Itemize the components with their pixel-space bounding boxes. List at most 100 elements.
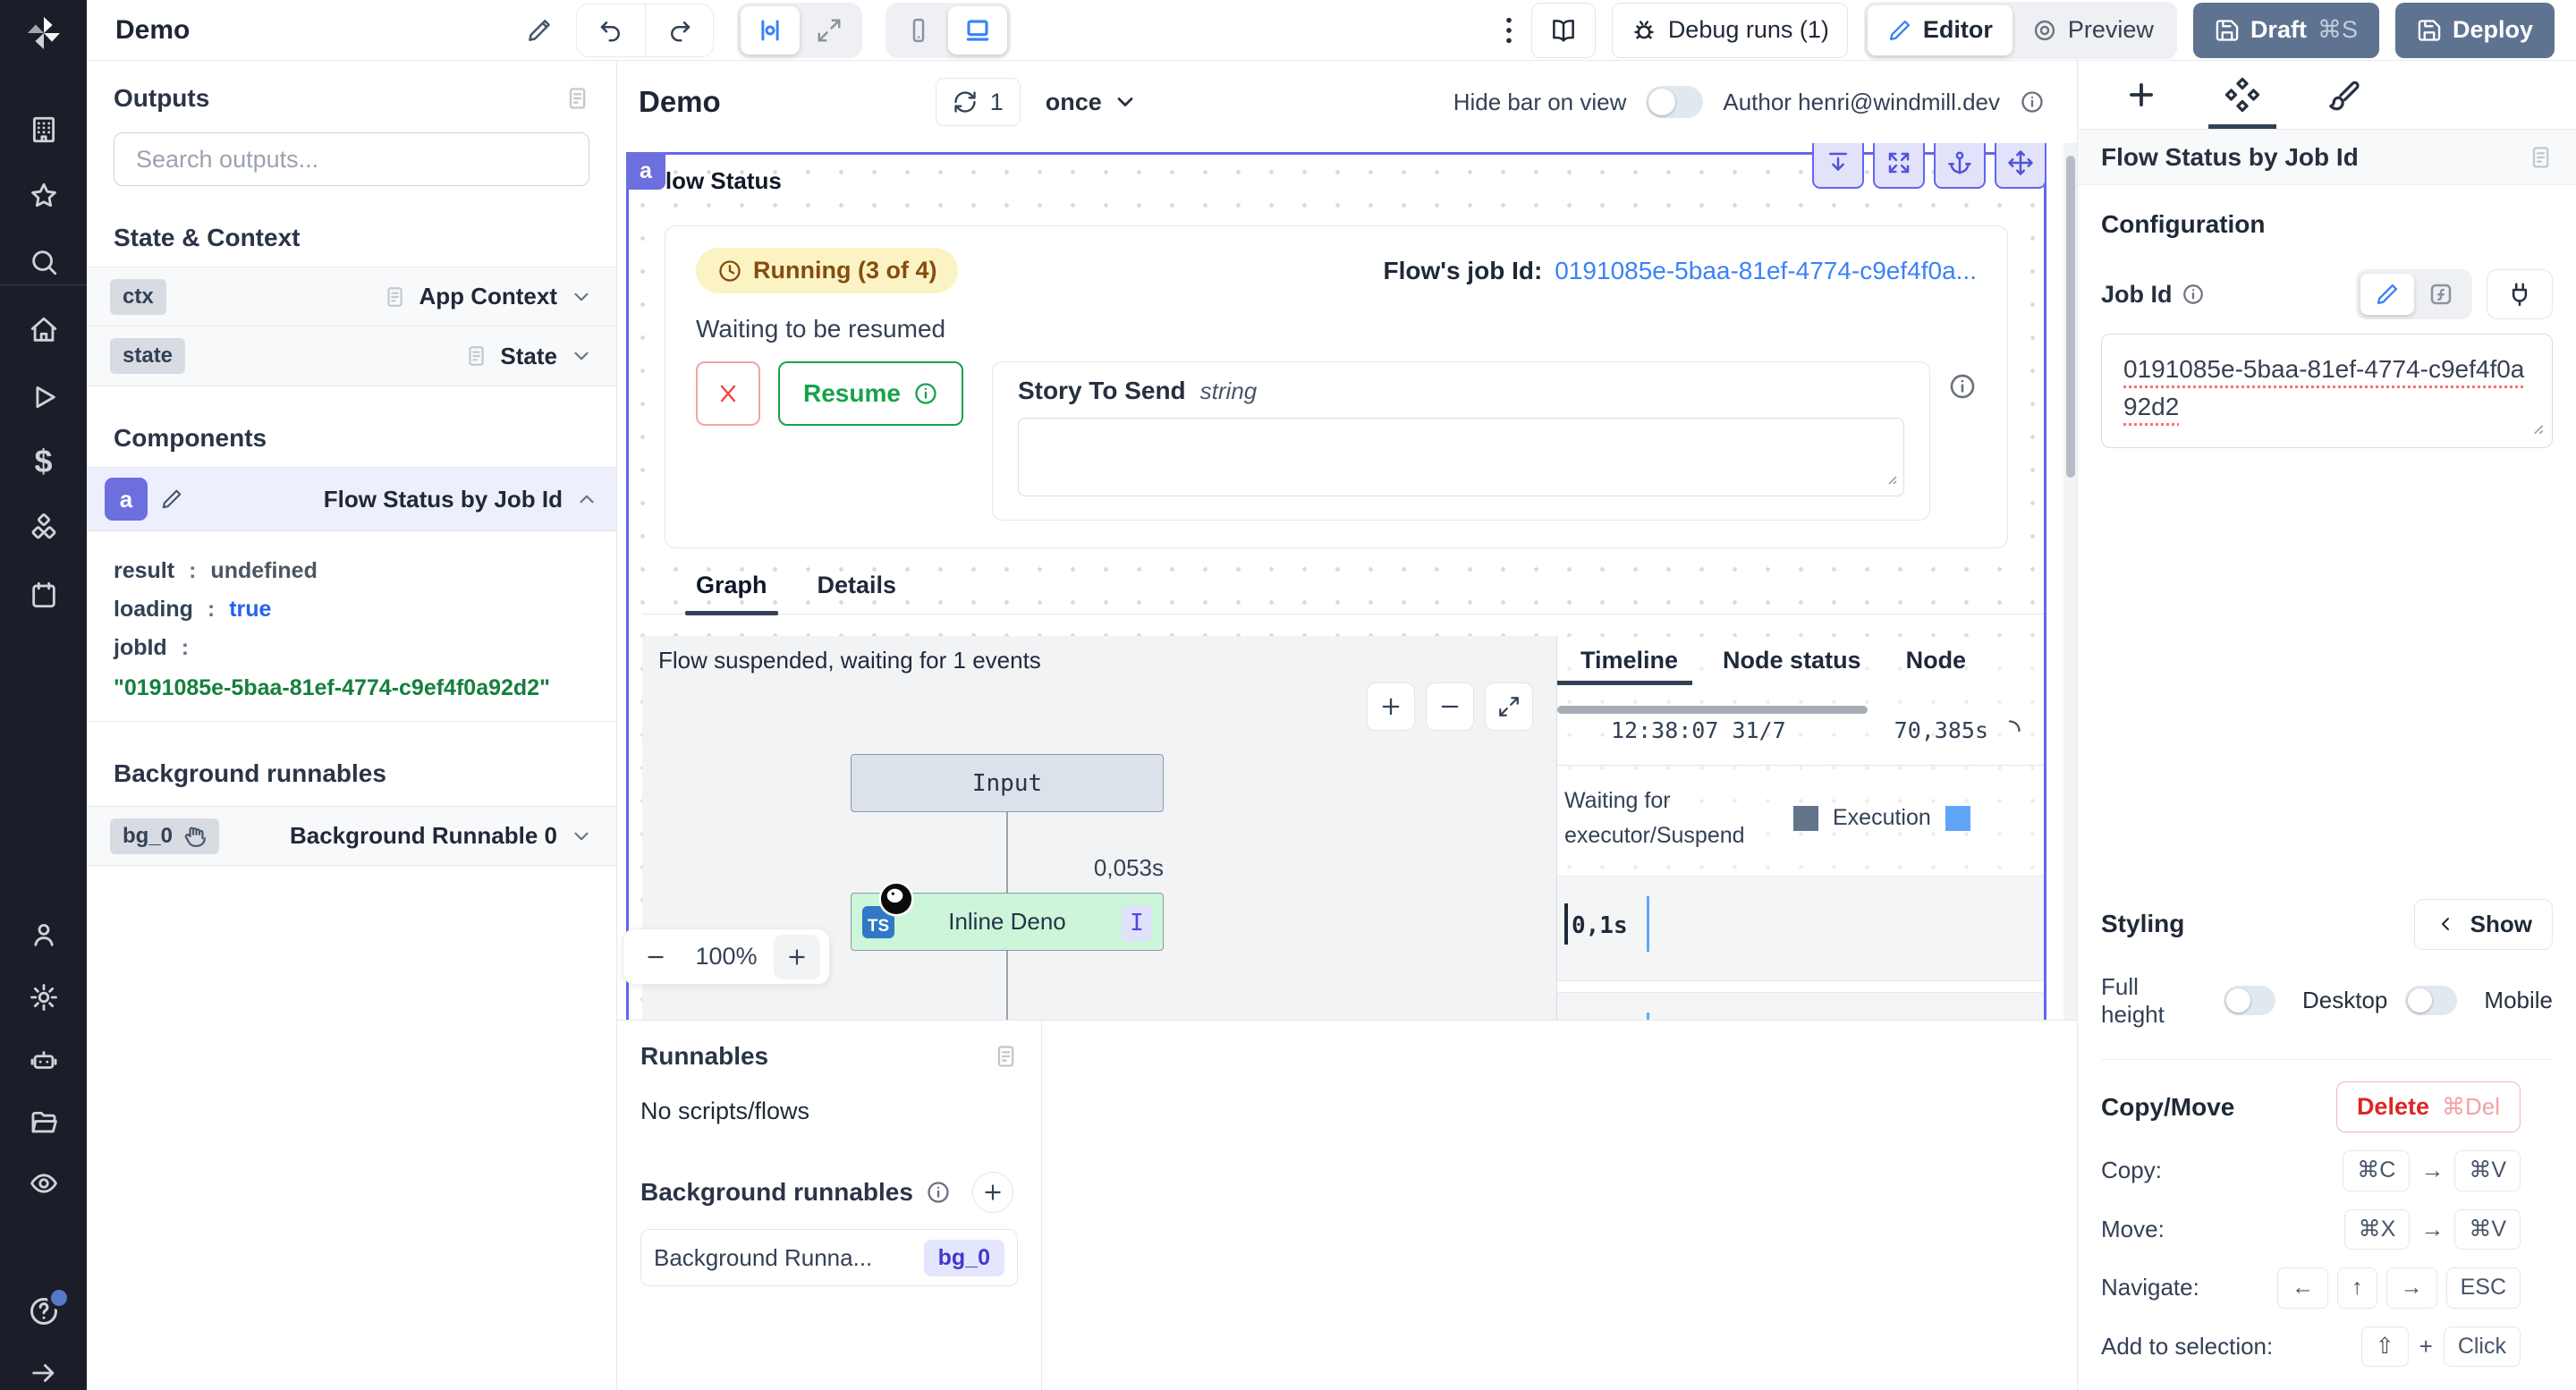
expand-full-button[interactable] bbox=[1873, 143, 1925, 189]
refresh-mode-dropdown[interactable]: once bbox=[1046, 89, 1138, 116]
search-outputs-input[interactable] bbox=[114, 132, 589, 186]
desktop-toggle[interactable] bbox=[2405, 986, 2457, 1015]
static-value-button[interactable] bbox=[2360, 274, 2414, 315]
chevron-down-icon[interactable] bbox=[570, 285, 593, 309]
edit-id-pencil-icon[interactable] bbox=[160, 487, 183, 511]
expression-fx-button[interactable] bbox=[2414, 274, 2468, 315]
form-info-icon[interactable] bbox=[1948, 372, 1977, 401]
full-height-toggle[interactable] bbox=[2224, 986, 2275, 1015]
zoom-in-button[interactable] bbox=[1367, 682, 1415, 731]
state-row[interactable]: state State bbox=[87, 326, 616, 386]
deploy-button[interactable]: Deploy bbox=[2395, 3, 2555, 58]
audit-eye-icon[interactable] bbox=[29, 1168, 59, 1199]
refresh-counter[interactable]: 1 bbox=[936, 78, 1021, 126]
draft-button[interactable]: Draft ⌘S bbox=[2193, 3, 2379, 58]
panel-doc-icon[interactable] bbox=[993, 1044, 1018, 1069]
graph-zoom-in-button[interactable] bbox=[774, 935, 820, 979]
search-icon[interactable] bbox=[29, 247, 59, 277]
rename-pencil-icon[interactable] bbox=[526, 17, 553, 44]
cancel-button[interactable] bbox=[696, 361, 760, 426]
chevron-down-icon[interactable] bbox=[570, 344, 593, 368]
anchor-button[interactable] bbox=[1934, 143, 1986, 189]
expand-down-button[interactable] bbox=[1812, 143, 1864, 189]
info-icon[interactable] bbox=[2182, 283, 2205, 306]
inline-deno-node[interactable]: TS Inline Deno I bbox=[851, 893, 1164, 951]
centered-layout-button[interactable] bbox=[741, 6, 800, 55]
runs-play-icon[interactable] bbox=[29, 382, 59, 412]
help-icon[interactable] bbox=[28, 1295, 60, 1327]
flow-status-component[interactable]: a Flow Status Runni bbox=[626, 152, 2046, 1020]
component-tag: a bbox=[626, 152, 665, 190]
horizontal-scrollbar-thumb[interactable] bbox=[1557, 706, 1868, 714]
insert-component-tab[interactable] bbox=[2124, 61, 2158, 129]
show-styling-button[interactable]: Show bbox=[2414, 899, 2553, 950]
fullscreen-layout-button[interactable] bbox=[800, 6, 859, 55]
zoom-out-button[interactable] bbox=[1426, 682, 1474, 731]
folders-icon[interactable] bbox=[29, 1107, 59, 1138]
graph-zoom-out-button[interactable] bbox=[632, 935, 679, 979]
mobile-view-button[interactable] bbox=[889, 6, 948, 55]
tab-graph[interactable]: Graph bbox=[696, 572, 767, 614]
panel-doc-icon[interactable] bbox=[2528, 145, 2553, 170]
user-icon[interactable] bbox=[29, 920, 59, 950]
prop-result[interactable]: result:undefined bbox=[114, 558, 589, 584]
editor-tab[interactable]: Editor bbox=[1868, 5, 2012, 55]
debug-runs-button[interactable]: Debug runs (1) bbox=[1612, 3, 1848, 58]
workspace-icon[interactable] bbox=[29, 114, 59, 145]
kbd-up: ↑ bbox=[2337, 1267, 2377, 1309]
resize-grip-icon[interactable] bbox=[2529, 420, 2545, 440]
delete-component-button[interactable]: Delete ⌘Del bbox=[2336, 1081, 2521, 1132]
add-background-runnable-button[interactable] bbox=[972, 1172, 1013, 1213]
fit-view-button[interactable] bbox=[1485, 682, 1533, 731]
undo-button[interactable] bbox=[577, 4, 645, 56]
background-runnable-item[interactable]: Background Runna... bg_0 bbox=[640, 1229, 1018, 1286]
job-id-textarea[interactable]: 0191085e-5baa-81ef-4774-c9ef4f0a92d2 bbox=[2101, 334, 2553, 448]
notification-dot bbox=[47, 1286, 71, 1309]
resources-cubes-icon[interactable] bbox=[29, 513, 59, 544]
move-button[interactable] bbox=[1995, 143, 2046, 189]
component-a-row[interactable]: a Flow Status by Job Id bbox=[87, 467, 616, 531]
info-icon[interactable] bbox=[926, 1180, 951, 1205]
app-canvas[interactable]: a Flow Status Runni bbox=[617, 143, 2077, 1020]
job-id-link[interactable]: 0191085e-5baa-81ef-4774-c9ef4f0a... bbox=[1555, 257, 1977, 285]
schedules-calendar-icon[interactable] bbox=[29, 580, 59, 610]
home-icon[interactable] bbox=[29, 315, 59, 345]
jobid-string-value[interactable]: "0191085e-5baa-81ef-4774-c9ef4f0a92d2" bbox=[114, 675, 589, 701]
status-badge: Running (3 of 4) bbox=[696, 248, 958, 293]
component-settings-tab[interactable] bbox=[2224, 61, 2260, 129]
desktop-view-button[interactable] bbox=[948, 6, 1007, 55]
editor-pencil-icon bbox=[1887, 18, 1912, 43]
prop-loading[interactable]: loading:true bbox=[114, 597, 589, 623]
resume-button[interactable]: Resume bbox=[778, 361, 963, 426]
ctx-row[interactable]: ctx App Context bbox=[87, 267, 616, 326]
styling-tab[interactable] bbox=[2326, 61, 2360, 129]
redo-button[interactable] bbox=[645, 4, 713, 56]
info-icon[interactable] bbox=[2020, 89, 2045, 114]
chevron-up-icon[interactable] bbox=[575, 487, 598, 511]
prop-jobid[interactable]: jobId: bbox=[114, 635, 589, 661]
tab-node-definition[interactable]: Node bbox=[1906, 647, 1967, 685]
story-textarea[interactable] bbox=[1018, 418, 1904, 496]
resize-grip-icon[interactable] bbox=[1884, 471, 1898, 490]
paintbrush-icon bbox=[2326, 78, 2360, 112]
tab-timeline[interactable]: Timeline bbox=[1580, 647, 1678, 685]
chevron-down-icon[interactable] bbox=[570, 825, 593, 848]
workers-robot-icon[interactable] bbox=[29, 1045, 59, 1075]
more-menu-kebab-icon[interactable] bbox=[1503, 15, 1515, 46]
tab-node-status[interactable]: Node status bbox=[1723, 647, 1861, 685]
canvas-scrollbar[interactable] bbox=[2063, 143, 2077, 1020]
settings-gear-icon[interactable] bbox=[29, 982, 59, 1013]
docs-book-button[interactable] bbox=[1531, 3, 1596, 58]
favorites-star-icon[interactable] bbox=[29, 181, 59, 211]
input-node[interactable]: Input bbox=[851, 754, 1164, 812]
connect-plug-button[interactable] bbox=[2487, 269, 2553, 319]
bg-runnable-row[interactable]: bg_0 Background Runnable 0 bbox=[87, 806, 616, 866]
tab-details[interactable]: Details bbox=[818, 572, 897, 614]
collapse-arrow-icon[interactable] bbox=[29, 1358, 59, 1388]
variables-dollar-icon[interactable]: $ bbox=[34, 445, 52, 478]
flow-graph[interactable]: Flow suspended, waiting for 1 events Inp… bbox=[642, 636, 1556, 1020]
canvas-scrollbar-thumb[interactable] bbox=[2066, 156, 2075, 478]
preview-tab[interactable]: Preview bbox=[2012, 5, 2174, 55]
hide-bar-toggle[interactable] bbox=[1646, 86, 1703, 118]
panel-doc-icon[interactable] bbox=[564, 86, 589, 111]
